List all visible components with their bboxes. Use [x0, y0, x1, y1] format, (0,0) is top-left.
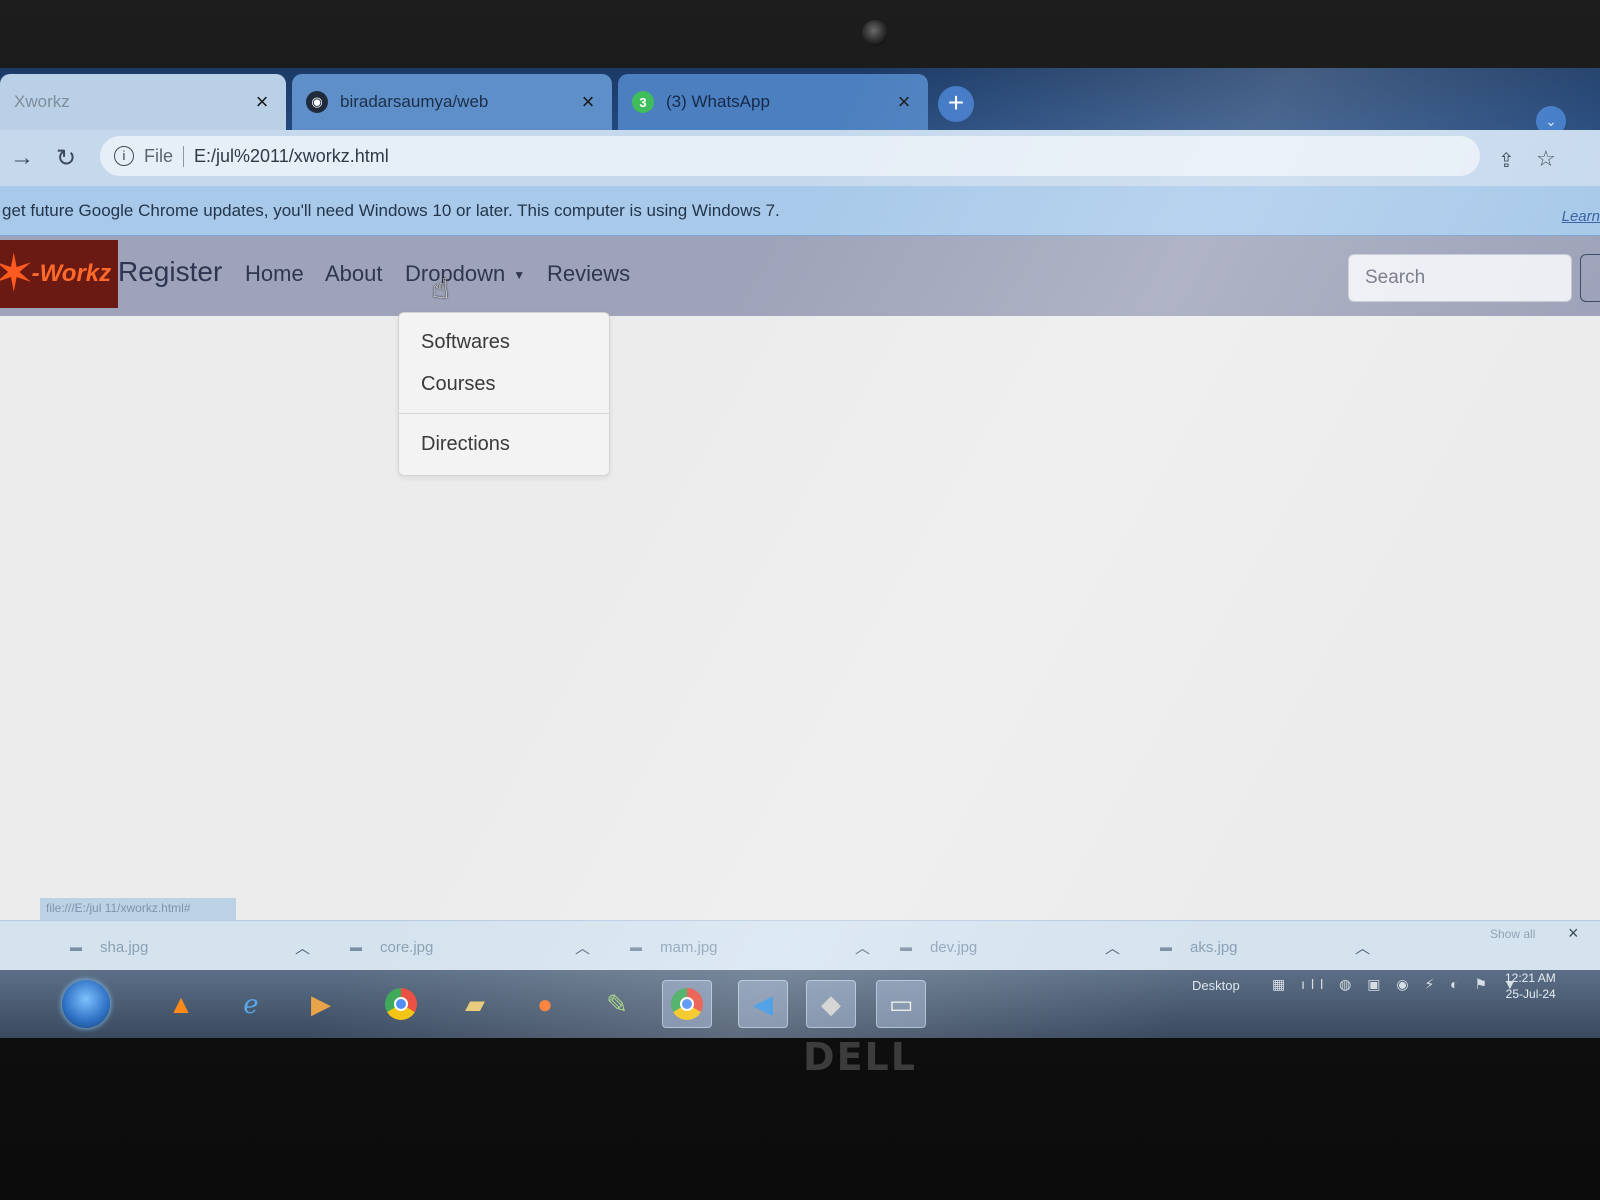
- download-filename: mam.jpg: [660, 938, 718, 956]
- github-icon: ◉: [306, 91, 328, 113]
- nav-about[interactable]: About: [325, 261, 383, 287]
- tab-title: Xworkz: [14, 92, 70, 111]
- internet-explorer-icon[interactable]: ℯ: [226, 980, 276, 1028]
- close-tab-icon[interactable]: ×: [578, 89, 598, 115]
- taskbar-clock[interactable]: 12:21 AM 25-Jul-24: [1505, 970, 1556, 1002]
- download-filename: core.jpg: [380, 938, 434, 956]
- scheme-chip: File: [144, 145, 185, 167]
- bookmark-star-icon[interactable]: ☆: [1536, 146, 1556, 172]
- forward-icon[interactable]: →: [0, 144, 44, 172]
- dropdown-item-courses[interactable]: Courses: [421, 373, 495, 396]
- firefox-icon[interactable]: ●: [520, 980, 570, 1028]
- nav-home[interactable]: Home: [245, 261, 304, 287]
- browser-toolbar: → ↻ i File E:/jul%2011/xworkz.html ⇪ ☆: [0, 130, 1600, 186]
- dropdown-menu: Softwares Courses Directions: [398, 312, 610, 476]
- star-logo-icon: ✶: [0, 245, 36, 303]
- folder-icon[interactable]: ▭: [876, 980, 926, 1028]
- download-item[interactable]: ▬ aks.jpg ︿: [1160, 933, 1370, 961]
- chrome-active-icon[interactable]: [662, 980, 712, 1028]
- download-item[interactable]: ▬ sha.jpg ︿: [70, 933, 310, 961]
- vscode-icon[interactable]: ◀: [738, 980, 788, 1028]
- search-input[interactable]: [1348, 254, 1572, 302]
- webcam-icon: [862, 20, 888, 46]
- site-navbar: ✶ -Workz Register Home About Dropdown ▼ R…: [0, 236, 1600, 316]
- tab-xworkz[interactable]: Xworkz ×: [0, 74, 286, 130]
- dropdown-item-directions[interactable]: Directions: [421, 433, 510, 456]
- chrome-icon[interactable]: [376, 980, 426, 1028]
- windows-taskbar: ▲ ℯ ▶ ▰ ● ✎ ◀ ◆ ▭ Desktop ▦ ıll ◍ ▣ ◉ ⚡ …: [0, 970, 1600, 1038]
- file-icon: ▬: [1160, 940, 1172, 954]
- clock-date: 25-Jul-24: [1505, 987, 1556, 1001]
- nav-dropdown[interactable]: Dropdown ▼: [405, 261, 525, 287]
- system-tray-icons[interactable]: ▦ ıll ◍ ▣ ◉ ⚡ ◐ ⚑ ▼: [1272, 976, 1523, 993]
- chevron-up-icon[interactable]: ︿: [855, 937, 870, 958]
- vlc-icon[interactable]: ▲: [156, 980, 206, 1028]
- dropdown-item-softwares[interactable]: Softwares: [421, 331, 510, 354]
- close-shelf-icon[interactable]: ×: [1568, 923, 1579, 944]
- file-icon: ▬: [350, 940, 362, 954]
- chevron-up-icon[interactable]: ︿: [295, 937, 310, 958]
- download-item[interactable]: ▬ core.jpg ︿: [350, 933, 590, 961]
- git-icon[interactable]: ◆: [806, 980, 856, 1028]
- download-shelf: ▬ sha.jpg ︿ ▬ core.jpg ︿ ▬ mam.jpg ︿ ▬ d…: [0, 920, 1600, 970]
- clock-time: 12:21 AM: [1505, 971, 1556, 985]
- file-icon: ▬: [70, 940, 82, 954]
- hand-cursor-icon: ☝: [432, 273, 450, 304]
- laptop-bezel: Xworkz × ◉ biradarsaumya/web × 3 (3) Wha…: [0, 0, 1600, 1200]
- chrome-logo-icon: [385, 988, 417, 1020]
- url-text[interactable]: E:/jul%2011/xworkz.html: [194, 146, 389, 167]
- chevron-up-icon[interactable]: ︿: [1105, 937, 1120, 958]
- caret-down-icon: ▼: [513, 268, 526, 283]
- download-item[interactable]: ▬ dev.jpg ︿: [900, 933, 1120, 961]
- reload-icon[interactable]: ↻: [44, 144, 88, 173]
- close-tab-icon[interactable]: ×: [894, 89, 914, 115]
- notepad-icon[interactable]: ✎: [592, 980, 642, 1028]
- tab-title: (3) WhatsApp: [666, 92, 770, 111]
- file-explorer-icon[interactable]: ▰: [450, 980, 500, 1028]
- site-logo[interactable]: ✶ -Workz: [0, 240, 118, 308]
- whatsapp-icon: 3: [632, 91, 654, 113]
- dell-logo: DELL: [803, 1035, 917, 1079]
- nav-dropdown-label: Dropdown: [405, 261, 506, 286]
- start-button[interactable]: [62, 980, 110, 1028]
- show-all-link[interactable]: Show all: [1490, 927, 1535, 941]
- register-link[interactable]: Register: [118, 256, 222, 288]
- desktop-toolbar-label[interactable]: Desktop: [1192, 978, 1240, 993]
- new-tab-button[interactable]: +: [938, 86, 974, 122]
- search-button[interactable]: [1580, 254, 1600, 302]
- tab-strip: Xworkz × ◉ biradarsaumya/web × 3 (3) Wha…: [0, 68, 1600, 136]
- chrome-logo-icon: [671, 988, 703, 1020]
- share-icon[interactable]: ⇪: [1498, 148, 1515, 173]
- update-infobar: get future Google Chrome updates, you'll…: [0, 186, 1600, 236]
- logo-text: -Workz: [31, 260, 112, 287]
- chevron-up-icon[interactable]: ︿: [1355, 937, 1370, 958]
- info-icon[interactable]: i: [114, 146, 134, 166]
- file-icon: ▬: [630, 940, 642, 954]
- download-filename: dev.jpg: [930, 938, 978, 956]
- nav-reviews[interactable]: Reviews: [547, 261, 630, 287]
- address-bar[interactable]: i File E:/jul%2011/xworkz.html: [100, 136, 1480, 176]
- infobar-message: get future Google Chrome updates, you'll…: [2, 200, 780, 220]
- download-filename: sha.jpg: [100, 938, 149, 956]
- download-item[interactable]: ▬ mam.jpg ︿: [630, 933, 870, 961]
- tab-title: biradarsaumya/web: [340, 92, 489, 111]
- status-url-bubble: file:///E:/jul 11/xworkz.html#: [40, 898, 236, 920]
- tab-whatsapp[interactable]: 3 (3) WhatsApp ×: [618, 74, 928, 130]
- screen: Xworkz × ◉ biradarsaumya/web × 3 (3) Wha…: [0, 68, 1600, 1038]
- file-icon: ▬: [900, 940, 912, 954]
- learn-more-link[interactable]: Learn: [1562, 208, 1600, 225]
- media-player-icon[interactable]: ▶: [296, 980, 346, 1028]
- download-filename: aks.jpg: [1190, 938, 1238, 956]
- chevron-up-icon[interactable]: ︿: [575, 937, 590, 958]
- close-tab-icon[interactable]: ×: [252, 89, 272, 115]
- dropdown-divider: [399, 413, 609, 414]
- tab-github[interactable]: ◉ biradarsaumya/web ×: [292, 74, 612, 130]
